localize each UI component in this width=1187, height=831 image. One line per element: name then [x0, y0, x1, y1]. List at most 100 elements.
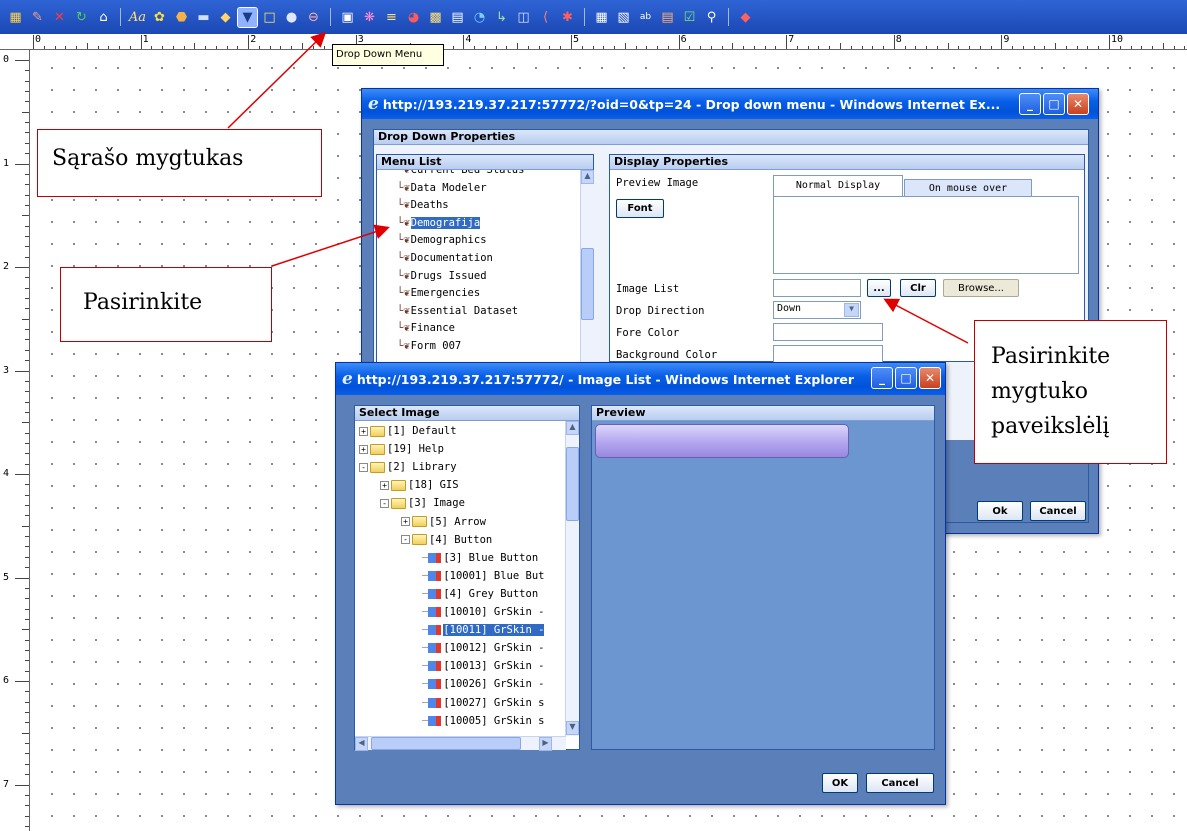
refresh-icon[interactable]: ↻: [72, 8, 91, 27]
list-icon[interactable]: ≡: [382, 8, 401, 27]
line-icon[interactable]: ▬: [194, 8, 213, 27]
font-button[interactable]: Font: [616, 199, 664, 218]
diamond-icon[interactable]: ◆: [216, 8, 235, 27]
tree-icon[interactable]: ↳: [492, 8, 511, 27]
scroll-left-icon[interactable]: ◀: [355, 737, 368, 751]
expand-icon[interactable]: +: [359, 426, 368, 436]
menu-list-item[interactable]: └❦Current Bed Status: [397, 170, 524, 176]
dropdown-menu-icon[interactable]: ▼: [237, 6, 258, 28]
eraser-icon[interactable]: ◆: [736, 8, 755, 27]
scroll-up-icon[interactable]: ▲: [566, 421, 579, 435]
frame-icon[interactable]: □: [260, 8, 279, 27]
table-icon[interactable]: ▧: [614, 8, 633, 27]
form-icon[interactable]: ▤: [658, 8, 677, 27]
save-icon[interactable]: ▦: [6, 8, 25, 27]
tree-image-item[interactable]: ─ [10026] GrSkin -: [422, 678, 544, 690]
image-list-browse-ellipsis-button[interactable]: ...: [867, 279, 891, 297]
collapse-icon[interactable]: -: [401, 535, 410, 545]
expand-icon[interactable]: +: [401, 517, 410, 526]
tree-folder-item[interactable]: - [2] Library: [359, 461, 457, 473]
window-titlebar[interactable]: e http://193.219.37.217:57772/?oid=0&tp=…: [362, 89, 1098, 119]
expand-icon[interactable]: +: [359, 444, 368, 454]
tree-image-item[interactable]: ─ [10027] GrSkin s: [422, 697, 544, 709]
textbox-icon[interactable]: ab: [636, 8, 655, 27]
menu-list-item[interactable]: └❦Demographics: [397, 234, 487, 246]
menu-list-item[interactable]: └❦Demografija: [397, 216, 481, 229]
menu-list-item[interactable]: └❦Form 007: [397, 340, 461, 352]
world-icon[interactable]: ◔: [470, 8, 489, 27]
minimize-button[interactable]: _: [1019, 93, 1041, 115]
tree-folder-item[interactable]: + [19] Help: [359, 443, 444, 455]
pdf-icon[interactable]: ✱: [558, 8, 577, 27]
tab-on-mouse-over[interactable]: On mouse over: [904, 179, 1032, 197]
close-button[interactable]: ✕: [1067, 93, 1089, 115]
scroll-thumb[interactable]: [581, 248, 594, 320]
scroll-up-icon[interactable]: ▲: [581, 170, 594, 184]
cancel-button[interactable]: Cancel: [1030, 501, 1086, 521]
tree-folder-item[interactable]: - [3] Image: [380, 497, 465, 509]
collapse-icon[interactable]: -: [380, 498, 389, 508]
chart-icon[interactable]: ▣: [338, 8, 357, 27]
scroll-thumb[interactable]: [566, 447, 579, 521]
minimize-button[interactable]: _: [871, 367, 893, 389]
pie-icon[interactable]: ◕: [404, 8, 423, 27]
fore-color-input[interactable]: [773, 323, 883, 341]
tree-image-item[interactable]: ─ [10005] GrSkin s: [422, 715, 544, 727]
globe-icon[interactable]: ●: [282, 8, 301, 27]
collapse-icon[interactable]: -: [359, 462, 368, 472]
drop-direction-select[interactable]: Down ▼: [773, 301, 861, 319]
ok-button[interactable]: Ok: [977, 501, 1023, 521]
database-icon[interactable]: ▤: [448, 8, 467, 27]
scroll-right-icon[interactable]: ▶: [539, 737, 552, 751]
window-titlebar[interactable]: e http://193.219.37.217:57772/ - Image L…: [336, 363, 945, 395]
tree-image-item[interactable]: ─ [10013] GrSkin -: [422, 660, 544, 672]
menu-list-item[interactable]: └❦Drugs Issued: [397, 270, 487, 282]
clear-button[interactable]: Clr: [900, 279, 936, 297]
hscroll-thumb[interactable]: [371, 737, 521, 750]
menu-list-item[interactable]: └❦Documentation: [397, 252, 493, 264]
close-button[interactable]: ✕: [919, 367, 941, 389]
menu-list-item[interactable]: └❦Essential Dataset: [397, 305, 518, 317]
menu-list-item[interactable]: └❦Deaths: [397, 199, 449, 211]
image-tree-hscrollbar[interactable]: ◀ ▶: [355, 736, 566, 751]
menu-list-item[interactable]: └❦Data Modeler: [397, 182, 487, 194]
image-tree-scrollbar[interactable]: ▲ ▼: [565, 421, 579, 736]
browse-button[interactable]: Browse...: [943, 279, 1019, 297]
search-icon[interactable]: ⚲: [702, 8, 721, 27]
maximize-button[interactable]: □: [895, 367, 917, 389]
maximize-button[interactable]: □: [1043, 93, 1065, 115]
delete-icon[interactable]: ✕: [50, 8, 69, 27]
grid-icon[interactable]: ▦: [592, 8, 611, 27]
checkbox-icon[interactable]: ☑: [680, 8, 699, 27]
scroll-down-icon[interactable]: ▼: [566, 721, 579, 735]
link-icon[interactable]: ⊖: [304, 8, 323, 27]
tree-image-item[interactable]: ─ [4] Grey Button: [422, 588, 538, 600]
tree-image-item[interactable]: ─ [10011] GrSkin -: [422, 624, 545, 637]
tree-folder-item[interactable]: - [4] Button: [401, 534, 492, 546]
tree-folder-item[interactable]: + [5] Arrow: [401, 516, 486, 528]
expand-icon[interactable]: +: [380, 480, 389, 490]
tree-folder-item[interactable]: + [18] GIS: [380, 479, 459, 491]
network-icon[interactable]: ❋: [360, 8, 379, 27]
image-icon[interactable]: ✿: [150, 8, 169, 27]
chevron-down-icon[interactable]: ▼: [844, 303, 859, 317]
tree-image-item[interactable]: ─ [3] Blue Button: [422, 552, 538, 564]
tab-normal-display[interactable]: Normal Display: [773, 175, 903, 196]
menu-list-scrollbar[interactable]: ▲: [580, 170, 594, 365]
cancel-button[interactable]: Cancel: [866, 773, 934, 793]
tree-image-item[interactable]: ─ [10010] GrSkin -: [422, 606, 544, 618]
home-icon[interactable]: ⌂: [94, 8, 113, 27]
image-list-input[interactable]: [773, 279, 861, 297]
menu-list-item[interactable]: └❦Finance: [397, 322, 455, 334]
background-color-input[interactable]: [773, 345, 883, 363]
tree-image-item[interactable]: ─ [10012] GrSkin -: [422, 642, 544, 654]
tree-folder-item[interactable]: + [1] Default: [359, 425, 457, 437]
ok-button[interactable]: OK: [822, 773, 858, 793]
text-icon[interactable]: Aa: [128, 8, 147, 27]
menu-list-item[interactable]: └❦Emergencies: [397, 287, 480, 299]
brush-icon[interactable]: ✎: [28, 8, 47, 27]
tree-image-item[interactable]: ─ [10001] Blue But: [422, 570, 544, 582]
box-icon[interactable]: ⬣: [172, 8, 191, 27]
code-icon[interactable]: ⟨: [536, 8, 555, 27]
document-icon[interactable]: ▩: [426, 8, 445, 27]
